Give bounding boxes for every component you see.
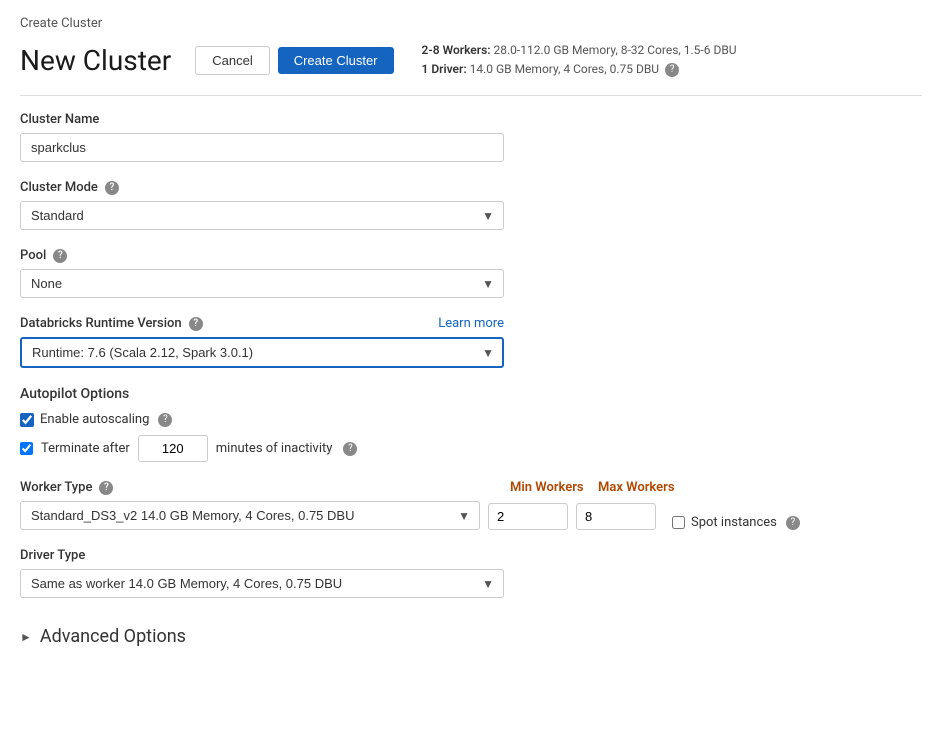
pool-info-icon[interactable]: ?: [53, 249, 67, 263]
spot-instances-row: Spot instances ?: [672, 515, 800, 530]
cluster-info: 2-8 Workers: 28.0-112.0 GB Memory, 8-32 …: [422, 41, 737, 79]
autopilot-section: Autopilot Options Enable autoscaling ? T…: [20, 386, 922, 462]
runtime-wrapper: Runtime: 7.6 (Scala 2.12, Spark 3.0.1) ▼: [20, 337, 504, 368]
advanced-chevron-icon: ►: [20, 630, 32, 644]
cluster-mode-info-icon[interactable]: ?: [105, 181, 119, 195]
cluster-mode-label: Cluster Mode ?: [20, 180, 922, 195]
cluster-name-label: Cluster Name: [20, 112, 922, 127]
runtime-label-row: Databricks Runtime Version ? Learn more: [20, 316, 504, 331]
terminate-input[interactable]: [138, 435, 208, 462]
pool-label: Pool ?: [20, 248, 922, 263]
terminate-label[interactable]: Terminate after: [41, 441, 130, 456]
pool-section: Pool ? None ▼: [20, 248, 922, 298]
cluster-heading: New Cluster: [20, 44, 171, 77]
driver-type-label: Driver Type: [20, 548, 922, 563]
advanced-options-label: Advanced Options: [40, 626, 186, 647]
terminate-suffix: minutes of inactivity: [216, 441, 333, 456]
worker-type-select[interactable]: Standard_DS3_v2 14.0 GB Memory, 4 Cores,…: [20, 501, 480, 530]
worker-type-info-icon[interactable]: ?: [99, 481, 113, 495]
learn-more-link[interactable]: Learn more: [438, 316, 504, 331]
autopilot-label: Autopilot Options: [20, 386, 922, 402]
cluster-mode-section: Cluster Mode ? Standard High Concurrency…: [20, 180, 922, 230]
header-row: New Cluster Cancel Create Cluster 2-8 Wo…: [20, 41, 922, 96]
worker-label-row: Worker Type ? Min Workers Max Workers: [20, 480, 922, 495]
worker-type-wrapper: Standard_DS3_v2 14.0 GB Memory, 4 Cores,…: [20, 501, 480, 530]
driver-type-wrapper: Same as worker 14.0 GB Memory, 4 Cores, …: [20, 569, 504, 598]
cluster-mode-select[interactable]: Standard High Concurrency Single Node: [20, 201, 504, 230]
min-workers-input[interactable]: [488, 503, 568, 530]
cluster-name-input[interactable]: [20, 133, 504, 162]
runtime-info-icon[interactable]: ?: [189, 317, 203, 331]
header-actions: Cancel Create Cluster: [195, 46, 393, 75]
terminate-checkbox[interactable]: [20, 442, 33, 455]
driver-info: 1 Driver: 14.0 GB Memory, 4 Cores, 0.75 …: [422, 60, 737, 79]
workers-info-bold: 2-8 Workers:: [422, 43, 491, 57]
max-workers-input[interactable]: [576, 503, 656, 530]
pool-wrapper: None ▼: [20, 269, 504, 298]
page-title: Create Cluster: [20, 16, 922, 31]
max-workers-label: Max Workers: [598, 480, 678, 495]
spot-instances-label[interactable]: Spot instances: [691, 515, 777, 530]
advanced-options-section[interactable]: ► Advanced Options: [20, 618, 922, 655]
cancel-button[interactable]: Cancel: [195, 46, 269, 75]
min-workers-label: Min Workers: [510, 480, 590, 495]
worker-type-section: Worker Type ? Min Workers Max Workers St…: [20, 480, 922, 530]
spot-instances-checkbox[interactable]: [672, 516, 685, 529]
driver-type-section: Driver Type Same as worker 14.0 GB Memor…: [20, 548, 922, 598]
worker-type-label: Worker Type ?: [20, 480, 480, 495]
driver-info-icon[interactable]: ?: [665, 63, 679, 77]
enable-autoscaling-label[interactable]: Enable autoscaling: [40, 412, 149, 427]
driver-info-detail: 14.0 GB Memory, 4 Cores, 0.75 DBU: [470, 62, 660, 76]
runtime-label: Databricks Runtime Version ?: [20, 316, 203, 331]
cluster-mode-wrapper: Standard High Concurrency Single Node ▼: [20, 201, 504, 230]
runtime-select[interactable]: Runtime: 7.6 (Scala 2.12, Spark 3.0.1): [20, 337, 504, 368]
workers-count-labels: Min Workers Max Workers: [510, 480, 678, 495]
spot-instances-info-icon[interactable]: ?: [786, 516, 800, 530]
workers-info-detail: 28.0-112.0 GB Memory, 8-32 Cores, 1.5-6 …: [494, 43, 737, 57]
pool-select[interactable]: None: [20, 269, 504, 298]
enable-autoscaling-row: Enable autoscaling ?: [20, 412, 922, 427]
min-workers-col: [488, 503, 568, 530]
full-worker-row: Standard_DS3_v2 14.0 GB Memory, 4 Cores,…: [20, 501, 922, 530]
create-cluster-button[interactable]: Create Cluster: [278, 47, 394, 74]
autoscaling-info-icon[interactable]: ?: [158, 413, 172, 427]
terminate-info-icon[interactable]: ?: [343, 442, 357, 456]
max-workers-col: [576, 503, 656, 530]
driver-info-bold: 1 Driver:: [422, 62, 467, 76]
runtime-section: Databricks Runtime Version ? Learn more …: [20, 316, 922, 368]
cluster-name-section: Cluster Name: [20, 112, 922, 162]
enable-autoscaling-checkbox[interactable]: [20, 413, 34, 427]
driver-type-select[interactable]: Same as worker 14.0 GB Memory, 4 Cores, …: [20, 569, 504, 598]
workers-info: 2-8 Workers: 28.0-112.0 GB Memory, 8-32 …: [422, 41, 737, 60]
terminate-row: Terminate after minutes of inactivity ?: [20, 435, 922, 462]
